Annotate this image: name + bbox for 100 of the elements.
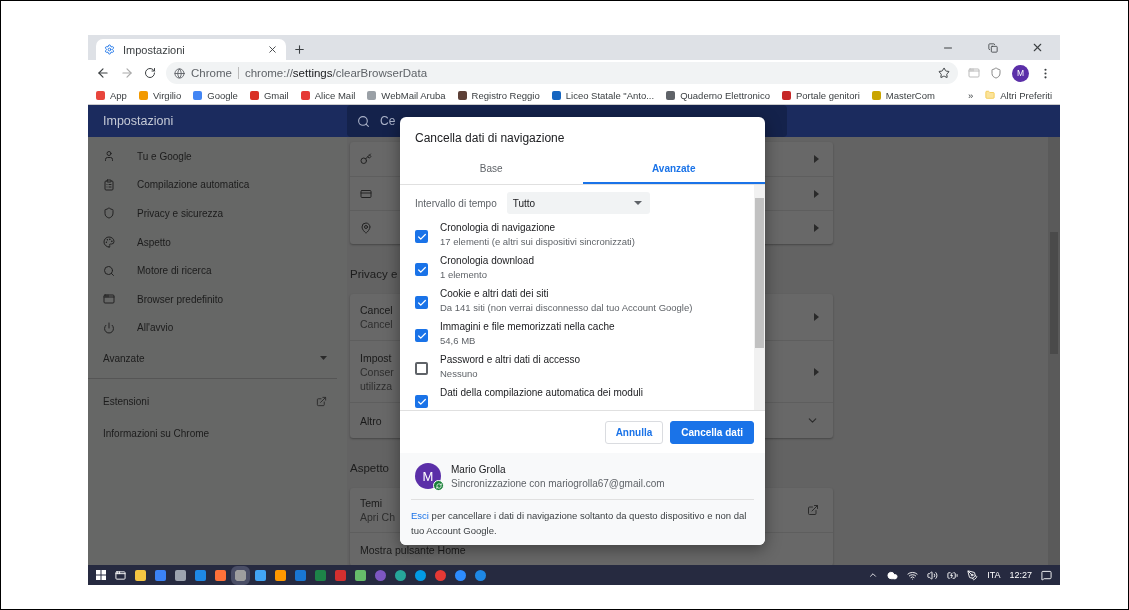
bookmark[interactable]: Quaderno Elettronico [666,89,770,101]
option-detail: 1 elemento [440,269,488,280]
checkbox[interactable] [415,263,428,276]
site-chip: Chrome [191,67,239,79]
window-icon [103,293,115,306]
url-text: chrome://settings/clearBrowserData [244,67,428,79]
option-title: Password e altri dati di accesso [440,354,581,365]
taskbar-app-icon[interactable] [155,569,166,581]
section-heading: Aspetto [350,462,389,474]
clipboard-icon [103,178,115,191]
bookmark[interactable]: Google [193,89,238,101]
checkbox[interactable] [415,230,428,243]
close-icon[interactable] [1031,41,1044,54]
taskbar-app-icon[interactable] [195,569,206,581]
arrow-right-icon [814,223,819,232]
battery-icon[interactable] [947,569,959,581]
caret-down-icon [633,201,642,205]
notification-icon[interactable] [1041,569,1052,581]
search-icon [357,114,370,128]
checkbox[interactable] [415,395,428,408]
palette-icon [103,236,115,249]
close-icon[interactable] [267,44,278,55]
arrow-right-icon [814,313,819,321]
pen-icon[interactable] [967,569,979,581]
taskbar-app-icon[interactable] [215,569,226,581]
restore-icon[interactable] [987,42,998,53]
gear-icon [104,44,115,55]
taskbar-app-icon[interactable] [355,569,366,581]
bookmark[interactable]: Liceo Statale "Anto... [551,89,655,101]
scrollbar[interactable] [1048,137,1060,565]
bookmark[interactable]: Virgilio [138,89,182,101]
scrollbar[interactable] [754,185,765,410]
row-text: Altro [360,414,382,427]
cloud-icon[interactable] [887,569,899,581]
checkbox[interactable] [415,296,428,309]
task-view-icon[interactable] [115,569,126,581]
row-text: utilizza [360,379,394,392]
bookmark[interactable]: Gmail [249,89,289,101]
sign-out-note: Esci per cancellare i dati di navigazione soltanto da questo dispositivo e non dal tuo Account Google. [411,499,754,538]
taskbar-app-icon[interactable] [175,569,186,581]
bookmark[interactable]: WebMail Aruba [367,89,446,101]
taskbar-app-icon[interactable] [135,569,146,581]
taskbar-app-icon[interactable] [415,569,426,581]
option-title: Dati della compilazione automatica dei moduli [440,387,643,398]
star-icon[interactable] [938,67,950,79]
external-link-icon[interactable] [807,504,819,516]
account-name: Mario Grolla [451,463,507,475]
back-icon[interactable] [96,66,110,80]
reload-icon[interactable] [144,67,156,79]
windows-logo-icon[interactable] [96,570,106,580]
sync-badge-icon [433,480,444,491]
row-text: Cancel [360,304,393,316]
tab-title: Impostazioni [123,43,186,56]
bookmark[interactable]: Registro Reggio [457,89,540,101]
option-detail: 54,6 MB [440,335,477,346]
taskbar-app-icon[interactable] [475,569,486,581]
row-text: Temi [360,497,384,509]
chevron-up-icon[interactable] [868,570,879,580]
wifi-icon[interactable] [907,569,919,581]
sign-out-link[interactable]: Esci [411,510,429,521]
bookmark-folder[interactable]: Altri Preferiti [985,89,1052,101]
browser-tab[interactable]: Impostazioni [96,39,286,60]
new-tab-icon[interactable] [292,43,306,56]
option-detail: Da 141 siti (non verrai disconnesso dal tuo Account Google) [440,302,693,313]
profile-avatar[interactable]: M [1012,64,1029,82]
globe-icon [174,67,185,79]
key-icon [360,153,372,165]
account-avatar: M [415,463,441,489]
account-sync: Sincronizzazione con mariogrolla67@gmail.com [451,477,665,489]
arrow-right-icon [814,367,819,376]
dialog-tab[interactable]: Avanzate [582,155,765,184]
bookmark[interactable]: Alice Mail [300,89,356,101]
dialog-title: Cancella dati di navigazione [414,130,566,147]
taskbar-app-icon[interactable] [455,569,466,581]
time-range-select[interactable]: Tutto [506,192,650,214]
arrow-right-icon [814,155,819,163]
bookmark[interactable]: MasterCom [871,89,935,101]
clear-data-button[interactable]: Cancella dati [670,420,754,444]
dialog-tab[interactable]: Base [400,155,583,184]
more-bookmarks[interactable]: » [967,89,974,101]
bookmark[interactable]: Portale genitori [781,89,860,101]
taskbar-app-icon[interactable] [255,569,266,581]
checkbox[interactable] [415,362,428,375]
language-indicator[interactable]: ITA [987,570,1001,580]
option-detail: 17 elementi (e altri sui dispositivi sincronizzati) [440,236,635,247]
checkbox[interactable] [415,329,428,342]
taskbar-app-icon[interactable] [275,569,286,581]
option-title: Cookie e altri dati dei siti [440,288,550,299]
search-field[interactable]: Ce [380,114,397,128]
caret-down-icon [320,356,327,361]
search-icon [103,264,115,277]
clock[interactable]: 12:27 [1009,570,1032,580]
volume-icon[interactable] [927,569,939,581]
bookmark[interactable]: App [96,89,127,101]
address-bar[interactable]: Chrome chrome://settings/clearBrowserData [166,62,958,84]
cancel-button[interactable]: Annulla [604,420,664,444]
shield-icon[interactable] [990,67,1002,79]
option-title: Immagini e file memorizzati nella cache [440,321,615,332]
row-text: Impost [360,351,393,364]
taskbar-app-icon[interactable] [395,569,406,581]
